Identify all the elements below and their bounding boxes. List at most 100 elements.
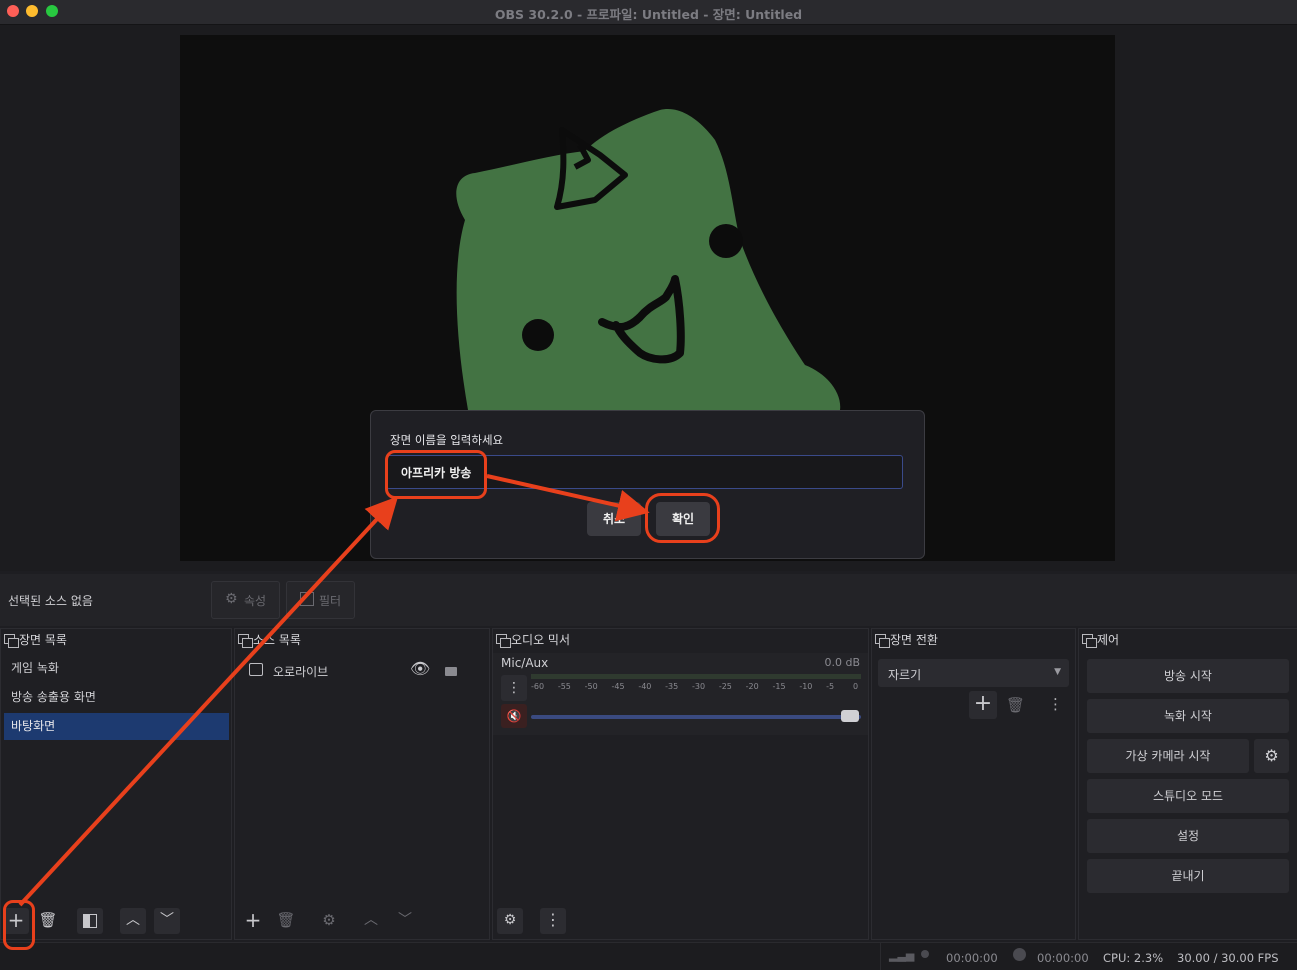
volume-slider-handle[interactable] [841,710,859,722]
meter-tick-label: 0 [853,682,859,691]
add-source-button[interactable]: + [240,908,266,934]
gear-icon: ⚙ [322,911,336,929]
audio-mixer-title: 오디오 믹서 [511,633,571,647]
audio-mixer-dock: 오디오 믹서 Mic/Aux 0.0 dB ⋮ -60 -55 -50 -45 -40-… [492,628,869,940]
record-time: 00:00:00 [1037,951,1089,965]
stream-status-icon [921,950,929,958]
move-scene-up-button[interactable]: ︿ [120,908,146,934]
channel-menu-button[interactable]: ⋮ [501,675,527,701]
dialog-label: 장면 이름을 입력하세요 [390,433,504,447]
meter-tick-label: -25 [718,682,732,691]
meter-ticks: -60 -55 -50 -45 -40 -35 -30 -25 -20 -15 -10 -5 0 [531,682,861,694]
lock-icon[interactable] [445,667,457,676]
mixer-menu-button[interactable]: ⋮ [540,908,566,934]
controls-header: 제어 [1079,629,1297,651]
trash-icon: 🗑 [38,911,58,929]
channel-db: 0.0 dB [824,656,860,669]
eye-icon[interactable]: 👁 [410,659,430,678]
start-virtual-camera-button[interactable]: 가상 카메라 시작 [1087,739,1249,773]
no-source-label: 선택된 소스 없음 [8,594,93,608]
scenes-title: 장면 목록 [19,633,67,647]
volume-slider[interactable] [531,715,861,719]
status-divider [880,943,881,970]
filter-icon [300,592,314,606]
gear-icon: ⚙ [225,591,238,607]
trash-icon: 🗑 [1006,696,1026,714]
meter-tick-label: -5 [826,682,835,691]
scene-item[interactable]: 게임 녹화 [4,655,229,682]
properties-button[interactable]: ⚙ 속성 [211,581,280,619]
scene-item[interactable]: 방송 송출용 화면 [4,684,229,711]
kebab-icon: ⋮ [1048,695,1063,713]
meter-tick-label: -55 [557,682,571,691]
volume-meter [531,674,861,679]
exit-button[interactable]: 끝내기 [1087,859,1289,893]
transition-selected: 자르기 [888,668,922,682]
kebab-icon: ⋮ [507,680,521,696]
transition-menu-button[interactable]: ⋮ [1048,695,1063,713]
scenes-dock: 장면 목록 게임 녹화 방송 송출용 화면 바탕화면 [0,628,232,940]
chevron-up-icon: ︿ [126,912,140,928]
plus-icon: + [973,691,993,716]
properties-label: 속성 [244,594,267,608]
transitions-title: 장면 전환 [890,633,938,647]
channel-name: Mic/Aux [501,656,549,670]
source-item[interactable]: 오로라이브 👁 [235,656,489,684]
annotation-input-highlight [385,450,487,499]
trash-icon: 🗑 [276,911,296,929]
filters-label: 필터 [319,594,342,608]
source-properties-button[interactable]: ⚙ [316,908,342,934]
dock-float-icon[interactable] [4,634,19,648]
start-streaming-button[interactable]: 방송 시작 [1087,659,1289,693]
chevron-down-icon: ﹀ [398,912,412,928]
window-title: OBS 30.2.0 - 프로파일: Untitled - 장면: Untitl… [494,7,803,22]
meter-tick-label: -20 [745,682,759,691]
dock-float-icon[interactable] [496,634,511,648]
move-source-down-button[interactable]: ﹀ [392,908,418,934]
audio-mixer-header: 오디오 믹서 [493,629,868,651]
move-source-up-button[interactable]: ︿ [358,908,384,934]
sources-title: 소스 목록 [253,633,301,647]
stream-time: 00:00:00 [946,951,998,965]
meter-tick-label: -10 [799,682,813,691]
sources-dock: 소스 목록 오로라이브 👁 [234,628,490,940]
scene-filters-button[interactable] [77,908,103,934]
dock-float-icon[interactable] [238,634,253,648]
meter-tick-label: -15 [772,682,786,691]
add-transition-button[interactable]: + [969,691,997,719]
dock-float-icon[interactable] [1082,634,1097,648]
scene-item-selected[interactable]: 바탕화면 [4,713,229,740]
remove-transition-button[interactable]: 🗑 [1006,696,1025,714]
speaker-muted-icon: 🔇 [506,709,522,723]
transitions-dock: 장면 전환 자르기 ▼ + 🗑 ⋮ [871,628,1076,940]
meter-tick-label: -40 [638,682,652,691]
signal-icon: ▂▃▅ [889,949,915,962]
studio-mode-button[interactable]: 스튜디오 모드 [1087,779,1289,813]
meter-tick-label: -35 [665,682,679,691]
annotation-ok-highlight [645,493,720,543]
transition-select[interactable]: 자르기 ▼ [878,659,1069,687]
transitions-header: 장면 전환 [872,629,1075,651]
plus-icon: + [244,908,262,932]
dock-float-icon[interactable] [875,634,890,648]
cpu-usage: CPU: 2.3% [1103,951,1164,965]
move-scene-down-button[interactable]: ﹀ [154,908,180,934]
virtual-camera-settings-button[interactable]: ⚙ [1254,739,1289,773]
meter-tick-label: -30 [692,682,706,691]
scenes-dock-header: 장면 목록 [1,629,231,651]
cancel-button[interactable]: 취소 [587,502,641,536]
chevron-up-icon: ︿ [364,912,378,928]
gear-icon: ⚙ [1264,746,1279,765]
remove-scene-button[interactable]: 🗑 [35,908,61,934]
mute-button[interactable]: 🔇 [501,704,527,728]
filters-button[interactable]: 필터 [286,581,355,619]
mixer-advanced-button[interactable]: ⚙ [497,908,523,934]
gear-icon: ⚙ [503,912,517,928]
record-status-icon [1013,948,1026,961]
status-bar: ▂▃▅ 00:00:00 00:00:00 CPU: 2.3% 30.00 / … [0,942,1297,970]
settings-button[interactable]: 설정 [1087,819,1289,853]
remove-source-button[interactable]: 🗑 [273,908,299,934]
source-name: 오로라이브 [273,665,329,679]
start-recording-button[interactable]: 녹화 시작 [1087,699,1289,733]
image-icon [249,663,263,676]
